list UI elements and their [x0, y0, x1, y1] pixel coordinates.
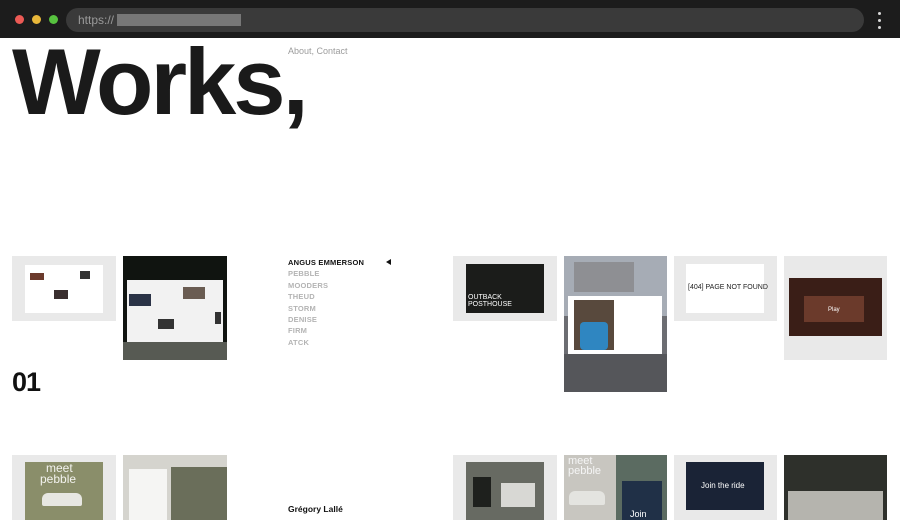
project-thumbnail[interactable] — [453, 455, 557, 520]
project-item-firm[interactable]: FIRM — [288, 325, 364, 336]
project-item-denise[interactable]: DENISE — [288, 314, 364, 325]
project-item-angus-emmerson[interactable]: ANGUS EMMERSON — [288, 257, 364, 268]
project-thumbnail[interactable]: meet pebble — [12, 455, 116, 520]
project-thumbnail[interactable] — [12, 256, 116, 321]
posthouse-text: POSTHOUSE — [468, 301, 512, 308]
project-thumbnail[interactable] — [564, 256, 667, 392]
project-thumbnail[interactable] — [123, 455, 227, 520]
project-thumbnail[interactable]: Join the ride — [674, 455, 777, 520]
minimize-window-icon[interactable] — [32, 15, 41, 24]
pebble-text: pebble — [40, 472, 77, 486]
url-prefix: https:// — [78, 13, 115, 27]
project-index-number: 01 — [12, 367, 41, 397]
project-thumbnail[interactable]: Play — [784, 256, 887, 360]
page-not-found-text: [404] PAGE NOT FOUND — [688, 284, 768, 291]
project-thumbnail[interactable] — [123, 256, 227, 360]
join-text: Join — [630, 509, 647, 519]
project-thumbnail[interactable]: OUTBACK POSTHOUSE — [453, 256, 557, 321]
active-arrow-icon — [386, 259, 391, 265]
project-item-atck[interactable]: ATCK — [288, 337, 364, 348]
maximize-window-icon[interactable] — [49, 15, 58, 24]
close-window-icon[interactable] — [15, 15, 24, 24]
more-options-icon[interactable] — [876, 12, 884, 30]
author-name: Grégory Lallé — [288, 504, 343, 514]
url-redacted — [117, 14, 241, 26]
project-item-pebble[interactable]: PEBBLE — [288, 268, 364, 279]
project-thumbnail[interactable]: meet pebble Join — [564, 455, 667, 520]
about-contact-link[interactable]: About, Contact — [288, 46, 348, 56]
project-item-storm[interactable]: STORM — [288, 303, 364, 314]
project-list: ANGUS EMMERSON PEBBLE MOODERS THEUD STOR… — [288, 257, 364, 348]
play-text: Play — [828, 307, 840, 313]
project-thumbnail[interactable]: [404] PAGE NOT FOUND — [674, 256, 777, 321]
join-the-ride-text: Join the ride — [701, 481, 745, 490]
pebble-text-2: pebble — [568, 465, 602, 477]
project-thumbnail[interactable] — [784, 455, 887, 520]
project-item-mooders[interactable]: MOODERS — [288, 280, 364, 291]
page-title: Works, — [12, 29, 309, 134]
project-item-theud[interactable]: THEUD — [288, 291, 364, 302]
